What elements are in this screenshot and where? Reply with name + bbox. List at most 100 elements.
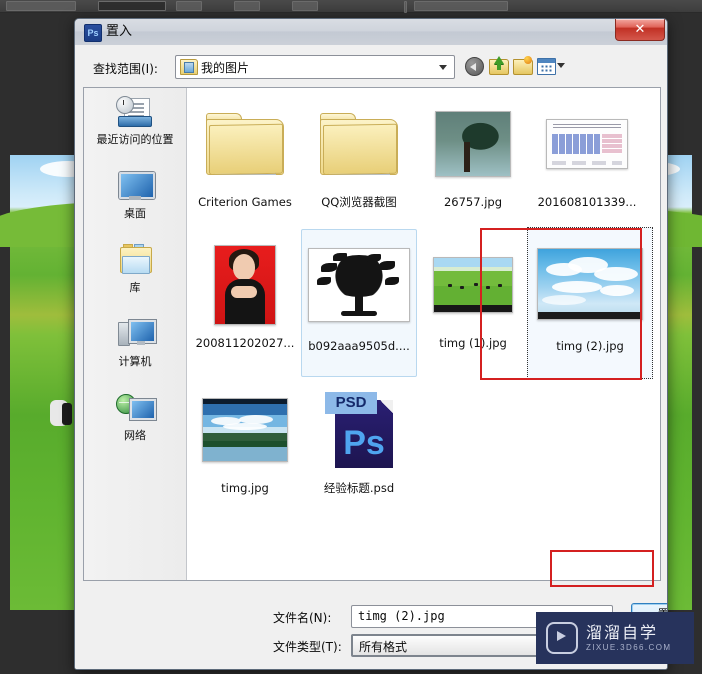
item-thumbnail (191, 378, 299, 482)
item-label: QQ浏览器截图 (321, 196, 397, 209)
ps-toolbar-widget (6, 1, 76, 11)
item-thumbnail (191, 233, 299, 337)
photoshop-options-bar (0, 0, 702, 13)
ps-toolbar-separator (404, 1, 407, 13)
lookin-label: 查找范围(I): (93, 62, 158, 76)
views-icon (537, 58, 556, 75)
ps-toolbar-widget (98, 1, 166, 11)
item-thumbnail (533, 92, 641, 196)
item-thumbnail (302, 230, 416, 340)
filetype-value: 所有格式 (359, 640, 408, 654)
item-label: b092aaa9505d.... (308, 340, 410, 353)
desktop-icon (116, 170, 155, 203)
dialog-title: 置入 (106, 24, 133, 39)
item-label: timg.jpg (221, 482, 269, 495)
list-item[interactable]: Criterion Games (191, 92, 299, 232)
sidebar-item-label: 网络 (124, 429, 146, 442)
file-row: 200811202027... b092aaa9505d.... timg (1… (187, 227, 658, 379)
item-label: timg (1).jpg (439, 337, 507, 350)
play-logo-icon (546, 622, 578, 654)
ps-toolbar-widget (292, 1, 318, 11)
new-folder-button[interactable] (511, 55, 533, 76)
up-arrow-stem (497, 63, 501, 70)
filename-value: timg (2).jpg (358, 609, 445, 623)
photo-tree-icon (435, 111, 511, 177)
psd-glyph-label: Ps (343, 424, 385, 462)
list-item[interactable]: timg.jpg (191, 378, 299, 518)
lookin-row: 查找范围(I): 我的图片 (83, 53, 659, 83)
watermark: 溜溜自学 ZIXUE.3D66.COM (536, 612, 694, 664)
places-sidebar: 最近访问的位置 桌面 库 计算机 网络 (84, 88, 187, 580)
file-browser-frame: 最近访问的位置 桌面 库 计算机 网络 Criterion Games QQ浏览… (83, 87, 661, 581)
back-button[interactable] (463, 55, 485, 76)
close-icon[interactable]: ✕ (615, 19, 665, 41)
recent-places-icon (116, 96, 154, 129)
folder-docs-icon (320, 113, 398, 175)
item-label: 26757.jpg (443, 196, 503, 209)
sidebar-item-computer[interactable]: 计算机 (84, 318, 186, 384)
photo-lake-icon (202, 398, 288, 462)
lookin-value: 我的图片 (201, 61, 250, 75)
sidebar-item-network[interactable]: 网络 (84, 392, 186, 458)
list-item[interactable]: QQ浏览器截图 (305, 92, 413, 232)
dialog-body: 查找范围(I): 我的图片 最近访问的位置 桌面 库 计算机 网络 Criter… (75, 45, 667, 669)
sidebar-item-recent[interactable]: 最近访问的位置 (84, 96, 186, 162)
filename-label: 文件名(N): (273, 611, 332, 625)
file-row: timg.jpg PSD Ps 经验标题.psd (187, 378, 658, 524)
item-thumbnail (191, 92, 299, 196)
item-thumbnail: PSD Ps (305, 378, 413, 482)
sidebar-item-label: 库 (129, 281, 141, 294)
watermark-subtitle: ZIXUE.3D66.COM (586, 643, 672, 652)
ps-toolbar-widget (414, 1, 508, 11)
library-icon (116, 244, 154, 277)
lookin-combobox[interactable]: 我的图片 (175, 55, 455, 79)
place-file-dialog: Ps 置入 ✕ 查找范围(I): 我的图片 最近访问的位置 桌面 库 计算机 网… (74, 18, 668, 670)
sidebar-item-label: 桌面 (124, 207, 146, 220)
chevron-down-icon[interactable] (439, 65, 447, 70)
views-button[interactable] (535, 55, 569, 76)
back-arrow-icon (465, 57, 484, 76)
item-label: timg (2).jpg (556, 340, 624, 353)
item-label: Criterion Games (198, 196, 292, 209)
watermark-title: 溜溜自学 (586, 623, 659, 642)
sidebar-item-library[interactable]: 库 (84, 244, 186, 310)
folder-icon (180, 59, 198, 75)
list-item[interactable]: 200811202027... (191, 233, 299, 373)
psd-file-icon: PSD Ps (325, 392, 393, 468)
sidebar-item-desktop[interactable]: 桌面 (84, 170, 186, 236)
chevron-down-icon[interactable] (557, 63, 565, 68)
new-badge-icon (524, 56, 532, 64)
photoshop-app-icon: Ps (84, 24, 102, 42)
list-item[interactable]: b092aaa9505d.... (301, 229, 417, 377)
list-item[interactable]: PSD Ps 经验标题.psd (305, 378, 413, 518)
dialog-titlebar[interactable]: Ps 置入 ✕ (75, 19, 667, 46)
network-icon (116, 392, 156, 425)
photo-keyboard-icon (546, 119, 628, 169)
sidebar-item-label: 最近访问的位置 (96, 133, 174, 146)
photo-tree-silhouette-icon (308, 248, 410, 322)
item-label: 200811202027... (195, 337, 295, 350)
ps-toolbar-widget (234, 1, 260, 11)
computer-icon (116, 318, 156, 351)
item-thumbnail (419, 233, 527, 337)
file-row: Criterion Games QQ浏览器截图 26757.jpg 201608… (187, 92, 658, 238)
up-folder-button[interactable] (487, 55, 509, 76)
list-item[interactable]: timg (1).jpg (419, 233, 527, 373)
folder-icon (206, 113, 284, 175)
photo-grassland-icon (433, 257, 513, 313)
item-label: 201608101339... (537, 196, 637, 209)
photo-sky-icon (537, 248, 643, 320)
photo-portrait-icon (214, 245, 276, 325)
list-item-selected[interactable]: timg (2).jpg (527, 227, 653, 379)
item-label: 经验标题.psd (323, 482, 395, 495)
watermark-text: 溜溜自学 ZIXUE.3D66.COM (586, 623, 671, 653)
item-thumbnail (305, 92, 413, 196)
sidebar-item-label: 计算机 (118, 355, 152, 368)
item-thumbnail (528, 228, 652, 340)
psd-badge-label: PSD (325, 392, 377, 414)
list-item[interactable]: 201608101339... (533, 92, 641, 232)
list-item[interactable]: 26757.jpg (419, 92, 527, 232)
ps-toolbar-widget (176, 1, 202, 11)
filetype-label: 文件类型(T): (273, 640, 342, 654)
file-list[interactable]: Criterion Games QQ浏览器截图 26757.jpg 201608… (187, 88, 658, 580)
